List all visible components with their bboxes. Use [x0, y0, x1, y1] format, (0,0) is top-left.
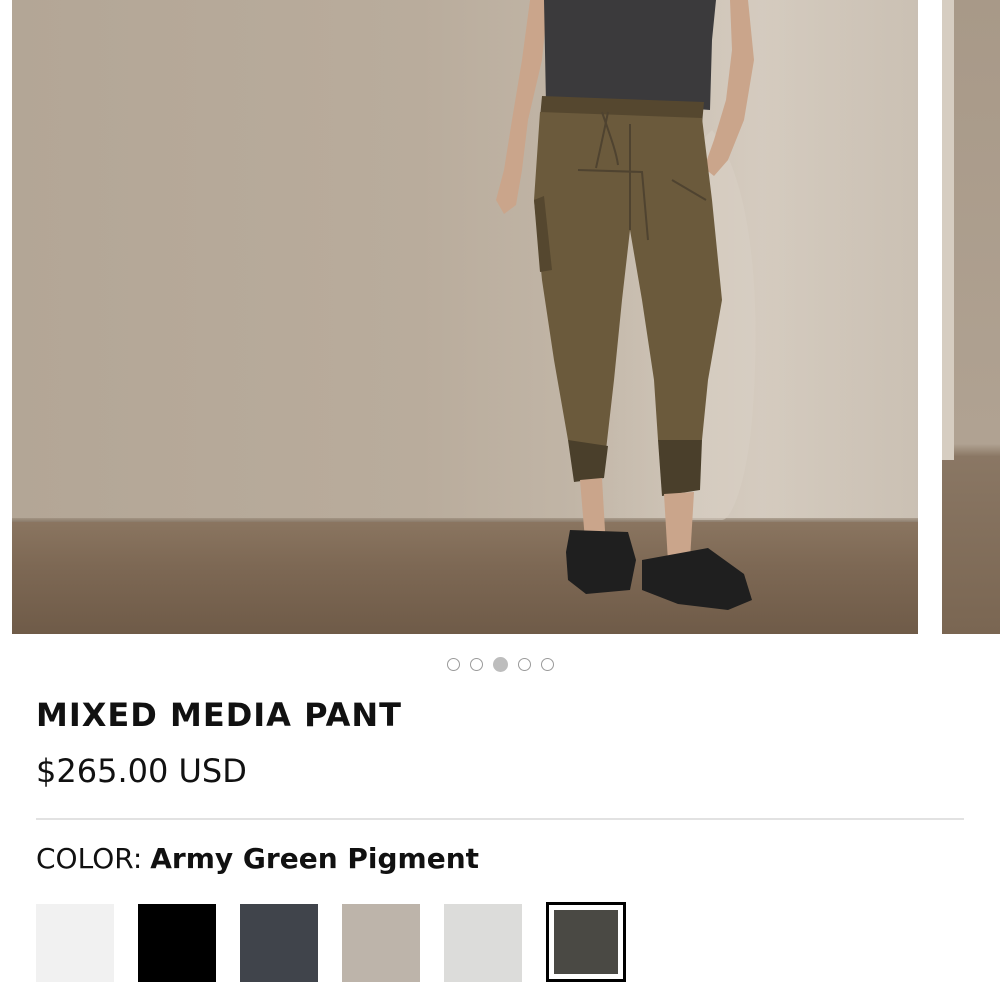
product-title: MIXED MEDIA PANT [36, 696, 402, 734]
carousel-dot[interactable] [446, 658, 460, 671]
product-image-carousel[interactable] [0, 0, 1000, 640]
color-label: COLOR: [36, 842, 143, 875]
color-swatch[interactable] [138, 904, 216, 982]
product-price: $265.00 USD [36, 752, 247, 790]
color-swatch-list [36, 902, 976, 984]
color-swatch-chip [444, 904, 522, 982]
product-image-main[interactable] [12, 0, 918, 634]
color-swatch-chip [36, 904, 114, 982]
color-swatch-chip [138, 904, 216, 982]
carousel-dot[interactable] [492, 657, 508, 672]
product-image-next[interactable] [942, 0, 1000, 634]
divider [36, 818, 964, 820]
color-swatch[interactable] [444, 904, 522, 982]
color-swatch[interactable] [546, 902, 626, 982]
carousel-pagination [0, 656, 1000, 674]
color-selection-label: COLOR: Army Green Pigment [36, 842, 479, 875]
color-swatch[interactable] [240, 904, 318, 982]
color-swatch[interactable] [342, 904, 420, 982]
color-swatch-chip [240, 904, 318, 982]
color-swatch-chip [554, 910, 618, 974]
color-swatch[interactable] [36, 904, 114, 982]
carousel-dot[interactable] [469, 658, 483, 671]
selected-color-name: Army Green Pigment [150, 842, 480, 875]
carousel-dot[interactable] [517, 658, 531, 671]
color-swatch-chip [342, 904, 420, 982]
carousel-dot[interactable] [540, 658, 554, 671]
floor [12, 522, 918, 634]
model-figure [496, 0, 756, 610]
wall-edge [942, 0, 954, 460]
